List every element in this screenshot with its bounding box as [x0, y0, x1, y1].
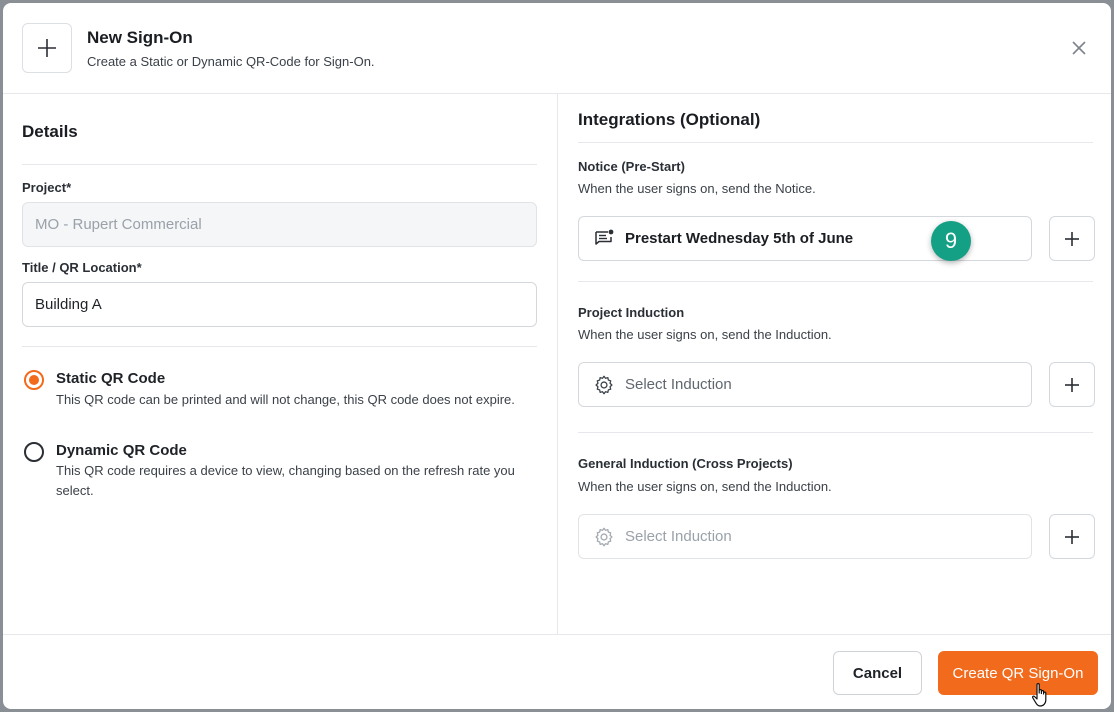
general-induction-label: General Induction (Cross Projects)	[578, 456, 793, 471]
new-sign-on-modal: New Sign-On Create a Static or Dynamic Q…	[3, 3, 1111, 709]
divider	[578, 142, 1093, 143]
plus-icon	[1065, 529, 1079, 544]
add-project-induction-button[interactable]	[1049, 362, 1095, 407]
notice-icon	[593, 228, 615, 250]
project-induction-label: Project Induction	[578, 305, 685, 320]
add-notice-button[interactable]	[1049, 216, 1095, 261]
project-induction-select[interactable]: Select Induction	[578, 362, 1032, 407]
hand-cursor-icon	[1032, 683, 1047, 707]
gear-icon	[593, 526, 615, 548]
add-general-induction-button[interactable]	[1049, 514, 1095, 559]
general-induction-select[interactable]: Select Induction	[578, 514, 1032, 559]
gear-icon	[593, 374, 615, 396]
dynamic-qr-description: This QR code requires a device to view, …	[56, 463, 515, 498]
integrations-panel: Integrations (Optional) Notice (Pre-Star…	[558, 94, 1111, 634]
modal-footer: Cancel Create QR Sign-On	[3, 634, 1111, 709]
dynamic-qr-label[interactable]: Dynamic QR Code	[56, 442, 187, 459]
static-qr-radio[interactable]	[24, 370, 44, 390]
general-induction-placeholder: Select Induction	[625, 528, 732, 545]
modal-subtitle: Create a Static or Dynamic QR-Code for S…	[87, 54, 375, 69]
divider	[22, 346, 537, 347]
divider	[578, 281, 1093, 282]
general-induction-hint: When the user signs on, send the Inducti…	[578, 479, 832, 494]
project-field: MO - Rupert Commercial	[22, 202, 537, 247]
location-input[interactable]: Building A	[22, 282, 537, 327]
project-induction-placeholder: Select Induction	[625, 376, 732, 393]
create-qr-sign-on-button[interactable]: Create QR Sign-On	[938, 651, 1098, 695]
static-qr-description: This QR code can be printed and will not…	[56, 392, 515, 407]
close-icon	[1072, 41, 1086, 55]
project-value: MO - Rupert Commercial	[35, 216, 202, 233]
plus-icon	[38, 39, 56, 57]
header-icon-box	[22, 23, 72, 73]
notice-value: Prestart Wednesday 5th of June	[625, 230, 854, 247]
integrations-title: Integrations (Optional)	[578, 110, 761, 129]
notice-hint: When the user signs on, send the Notice.	[578, 181, 816, 196]
divider	[22, 164, 537, 165]
step-badge: 9	[931, 221, 971, 261]
cancel-button[interactable]: Cancel	[833, 651, 922, 695]
divider	[578, 432, 1093, 433]
details-title: Details	[22, 122, 78, 141]
plus-icon	[1065, 377, 1079, 392]
location-value: Building A	[35, 296, 102, 313]
dynamic-qr-radio[interactable]	[24, 442, 44, 462]
project-label: Project*	[22, 180, 72, 195]
notice-label: Notice (Pre-Start)	[578, 159, 685, 174]
modal-title: New Sign-On	[87, 28, 193, 47]
modal-header: New Sign-On Create a Static or Dynamic Q…	[3, 3, 1111, 94]
project-induction-hint: When the user signs on, send the Inducti…	[578, 327, 832, 342]
plus-icon	[1065, 231, 1079, 246]
location-label: Title / QR Location*	[22, 260, 142, 275]
details-panel: Details Project* MO - Rupert Commercial …	[3, 94, 558, 634]
static-qr-label[interactable]: Static QR Code	[56, 370, 165, 387]
close-button[interactable]	[1069, 38, 1089, 58]
